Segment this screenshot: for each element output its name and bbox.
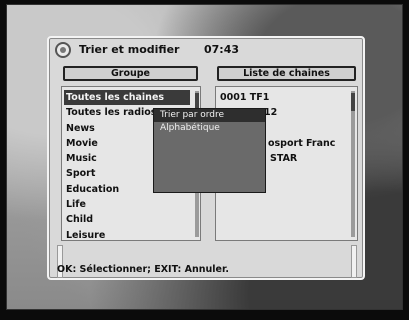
title-bar: Trier et modifier 07:43 — [49, 38, 363, 62]
channel-scrollbar[interactable] — [351, 91, 355, 237]
channel-list-header: Liste de chaines — [217, 66, 356, 81]
group-item-child[interactable]: Child — [64, 212, 190, 227]
window-title: Trier et modifier — [79, 43, 180, 56]
clock: 07:43 — [204, 43, 240, 56]
group-item-leisure[interactable]: Leisure — [64, 228, 190, 243]
popup-item-alphabetical[interactable]: Alphabétique — [154, 122, 265, 135]
channel-fragment: osport Franc — [268, 137, 336, 149]
popup-item-sort-order[interactable]: Trier par ordre — [154, 109, 265, 122]
group-item-all-channels[interactable]: Toutes les chaines — [64, 90, 190, 106]
sort-edit-window: Trier et modifier 07:43 Groupe Liste de … — [47, 36, 365, 280]
sort-popup: Trier par ordre Alphabétique — [153, 108, 266, 193]
group-header: Groupe — [63, 66, 198, 81]
channel-item[interactable]: 0001 TF1 — [219, 90, 349, 105]
channel-fragment: STAR — [270, 153, 298, 165]
help-bar: OK: Sélectionner; EXIT: Annuler. — [57, 264, 229, 275]
menu-icon — [55, 42, 71, 58]
group-item-life[interactable]: Life — [64, 197, 190, 212]
channel-scroll-thumb[interactable] — [351, 93, 355, 111]
